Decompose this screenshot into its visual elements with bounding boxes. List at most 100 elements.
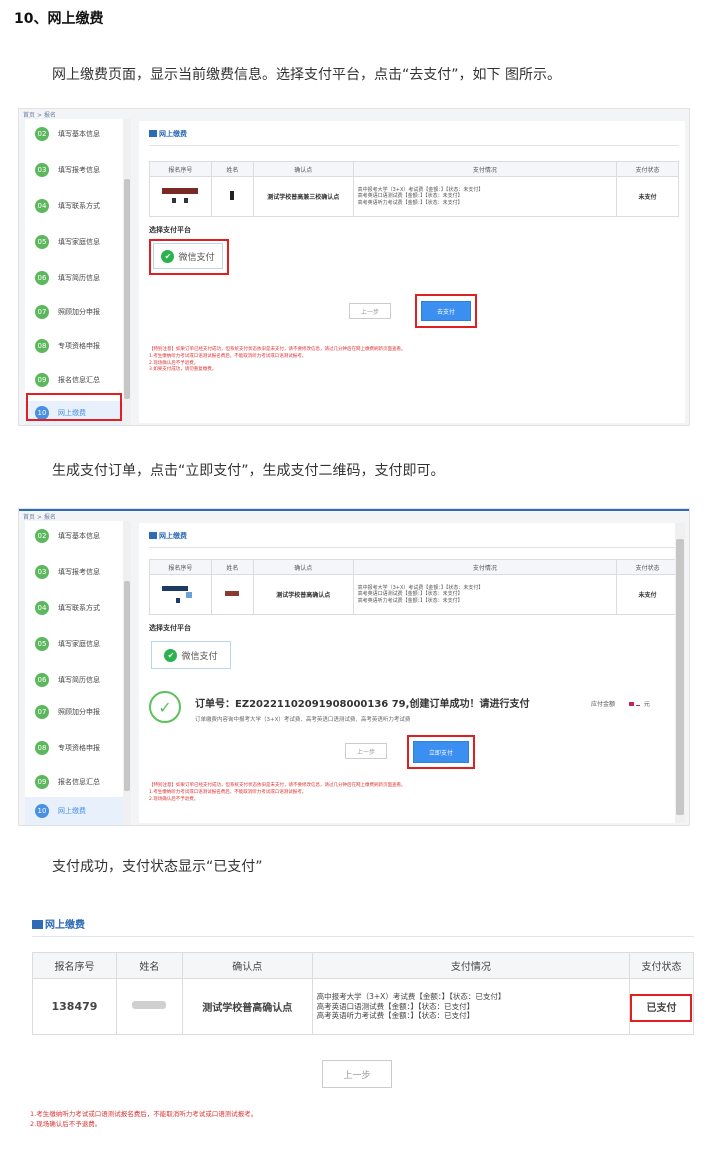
sidebar-scrollbar[interactable] bbox=[123, 119, 131, 425]
sidebar-item-label: 专项资格申报 bbox=[58, 744, 100, 752]
blurred-serial bbox=[150, 186, 211, 208]
sidebar-scrollbar[interactable] bbox=[123, 521, 131, 825]
payment-table: 报名序号 姓名 确认点 支付情况 支付状态 138479 测试学校普高确认点 高… bbox=[32, 952, 694, 1035]
sidebar-item-bonus[interactable]: 07 照顾加分申报 bbox=[25, 697, 129, 727]
col-header: 支付情况 bbox=[352, 559, 618, 575]
step-number: 06 bbox=[35, 673, 49, 687]
paragraph-3: 支付成功，支付状态显示“已支付” bbox=[52, 859, 263, 875]
step-number: 02 bbox=[35, 127, 49, 141]
step-number: 03 bbox=[35, 163, 49, 177]
confirm-point: 测试学校普高确认点 bbox=[181, 978, 313, 1035]
wechat-pay-option[interactable]: ✔ 微信支付 bbox=[151, 641, 231, 669]
sidebar-item-label: 报名信息汇总 bbox=[58, 778, 100, 786]
sidebar-item-label: 照顾加分申报 bbox=[58, 308, 100, 316]
breadcrumb-home[interactable]: 首页 bbox=[23, 514, 35, 521]
highlight-box bbox=[26, 393, 122, 421]
step-number: 06 bbox=[35, 271, 49, 285]
sidebar-item-contact[interactable]: 04 填写联系方式 bbox=[25, 191, 129, 221]
main-panel: 网上缴费 报名序号 姓名 确认点 支付情况 支付状态 测试学校普高确认点 高中报… bbox=[139, 523, 685, 823]
sidebar-item-label: 填写家庭信息 bbox=[58, 238, 100, 246]
step-number: 07 bbox=[35, 705, 49, 719]
step-number: 05 bbox=[35, 637, 49, 651]
sidebar-item-label: 填写基本信息 bbox=[58, 130, 100, 138]
sidebar: 02 填写基本信息 03 填写报考信息 04 填写联系方式 05 填写家庭信息 06 填写… bbox=[25, 521, 131, 825]
confirm-point: 测试学校普高确认点 bbox=[252, 574, 354, 615]
prev-button[interactable]: 上一步 bbox=[345, 743, 387, 759]
step-number: 02 bbox=[35, 529, 49, 543]
col-header: 支付状态 bbox=[616, 161, 679, 177]
breadcrumb-home[interactable]: 首页 bbox=[23, 112, 35, 119]
sidebar-item-label: 网上缴费 bbox=[58, 807, 86, 815]
breadcrumb: 首页 > 报名 bbox=[23, 512, 56, 521]
sidebar-item-label: 填写报考信息 bbox=[58, 166, 100, 174]
sidebar-item-resume[interactable]: 06 填写简历信息 bbox=[25, 665, 129, 695]
sidebar-item-label: 填写简历信息 bbox=[58, 274, 100, 282]
payment-table: 报名序号 姓名 确认点 支付情况 支付状态 测试学校普高兼三校确认点 高中报考大… bbox=[149, 161, 679, 217]
table-row: 138479 测试学校普高确认点 高中报考大学（3+X）考试费【金额：】【状态：… bbox=[32, 978, 694, 1035]
choose-platform-label: 选择支付平台 bbox=[149, 624, 191, 632]
notice: 【特别注意】如果订单已经支付成功，但系统支付状态依旧是未支付，请不要修改信息，请… bbox=[149, 783, 406, 802]
sidebar-item-special[interactable]: 08 专项资格申报 bbox=[25, 733, 129, 763]
step-number: 04 bbox=[35, 601, 49, 615]
col-header: 确认点 bbox=[181, 952, 313, 979]
sidebar-item-bonus[interactable]: 07 照顾加分申报 bbox=[25, 297, 129, 327]
col-header: 支付情况 bbox=[352, 161, 618, 177]
screenshot-2: 首页 > 报名 02 填写基本信息 03 填写报考信息 04 填写联系方式 05 填写家… bbox=[18, 508, 690, 826]
col-header: 姓名 bbox=[115, 952, 183, 979]
choose-platform-label: 选择支付平台 bbox=[149, 226, 191, 234]
sidebar-item-special[interactable]: 08 专项资格申报 bbox=[25, 331, 129, 361]
sidebar-item-label: 照顾加分申报 bbox=[58, 708, 100, 716]
sidebar-item-payment[interactable]: 10 网上缴费 bbox=[25, 797, 129, 825]
breadcrumb-sep: > bbox=[36, 514, 42, 521]
sidebar-item-summary[interactable]: 09 报名信息汇总 bbox=[25, 365, 129, 395]
panel-title: 网上缴费 bbox=[149, 129, 187, 139]
order-subtitle: 订单缴费内容询中报考大学（3+X）考试费、高考英语口语测试费、高考英语听力考试费 bbox=[195, 717, 411, 723]
main-scrollbar[interactable] bbox=[675, 523, 685, 823]
pay-info: 高中报考大学（3+X）考试费【金额：】【状态：未支付】 高考英语口语测试费【金额… bbox=[352, 574, 618, 615]
breadcrumb-current: 报名 bbox=[43, 514, 56, 521]
amount-due: 应付金额 元 bbox=[591, 701, 650, 708]
sidebar-item-label: 填写简历信息 bbox=[58, 676, 100, 684]
step-number: 05 bbox=[35, 235, 49, 249]
notice: 【特别注意】如果订单已经支付成功，但系统支付状态依旧是未支付，请不要修改信息，请… bbox=[149, 347, 406, 373]
table-row: 测试学校普高兼三校确认点 高中报考大学（3+X）考试费【金额：】【状态：未支付】… bbox=[149, 176, 679, 217]
col-header: 支付状态 bbox=[616, 559, 679, 575]
sidebar-item-label: 填写联系方式 bbox=[58, 604, 100, 612]
sidebar-item-contact[interactable]: 04 填写联系方式 bbox=[25, 593, 129, 623]
sidebar-item-family[interactable]: 05 填写家庭信息 bbox=[25, 227, 129, 257]
section-heading: 10、网上缴费 bbox=[14, 11, 104, 27]
sidebar-item-label: 填写基本信息 bbox=[58, 532, 100, 540]
step-number: 08 bbox=[35, 339, 49, 353]
status-unpaid: 未支付 bbox=[616, 176, 679, 217]
sidebar-item-resume[interactable]: 06 填写简历信息 bbox=[25, 263, 129, 293]
order-title: 订单号：EZ20221102091908000136 79,创建订单成功！请进行… bbox=[195, 699, 530, 710]
status-unpaid: 未支付 bbox=[616, 574, 679, 615]
sidebar: 02 填写基本信息 03 填写报考信息 04 填写联系方式 05 填写家庭信息 06 填写… bbox=[25, 119, 131, 425]
sidebar-item-summary[interactable]: 09 报名信息汇总 bbox=[25, 767, 129, 797]
table-row: 测试学校普高确认点 高中报考大学（3+X）考试费【金额：】【状态：未支付】 高考… bbox=[149, 574, 679, 615]
breadcrumb-current: 报名 bbox=[43, 112, 56, 119]
wallet-icon bbox=[149, 130, 157, 137]
step-number: 07 bbox=[35, 305, 49, 319]
sidebar-item-exam[interactable]: 03 填写报考信息 bbox=[25, 155, 129, 185]
sidebar-item-family[interactable]: 05 填写家庭信息 bbox=[25, 629, 129, 659]
col-header: 支付情况 bbox=[311, 952, 631, 979]
highlight-box bbox=[415, 294, 477, 328]
step-number: 09 bbox=[35, 775, 49, 789]
prev-button[interactable]: 上一步 bbox=[349, 303, 391, 319]
sidebar-item-label: 专项资格申报 bbox=[58, 342, 100, 350]
panel-title: 网上缴费 bbox=[32, 916, 85, 931]
step-number: 08 bbox=[35, 741, 49, 755]
highlight-box bbox=[407, 735, 475, 769]
sidebar-item-basic[interactable]: 02 填写基本信息 bbox=[25, 521, 129, 551]
highlight-box bbox=[630, 994, 692, 1022]
sidebar-item-exam[interactable]: 03 填写报考信息 bbox=[25, 557, 129, 587]
step-number: 03 bbox=[35, 565, 49, 579]
prev-button[interactable]: 上一步 bbox=[322, 1060, 392, 1088]
sidebar-item-label: 填写报考信息 bbox=[58, 568, 100, 576]
main-panel: 网上缴费 报名序号 姓名 确认点 支付情况 支付状态 测试学校普高兼三校确认点 … bbox=[139, 121, 685, 423]
serial-number: 138479 bbox=[32, 978, 117, 1035]
confirm-point: 测试学校普高兼三校确认点 bbox=[252, 176, 354, 217]
blurred-name bbox=[132, 1001, 167, 1009]
sidebar-item-basic[interactable]: 02 填写基本信息 bbox=[25, 119, 129, 149]
